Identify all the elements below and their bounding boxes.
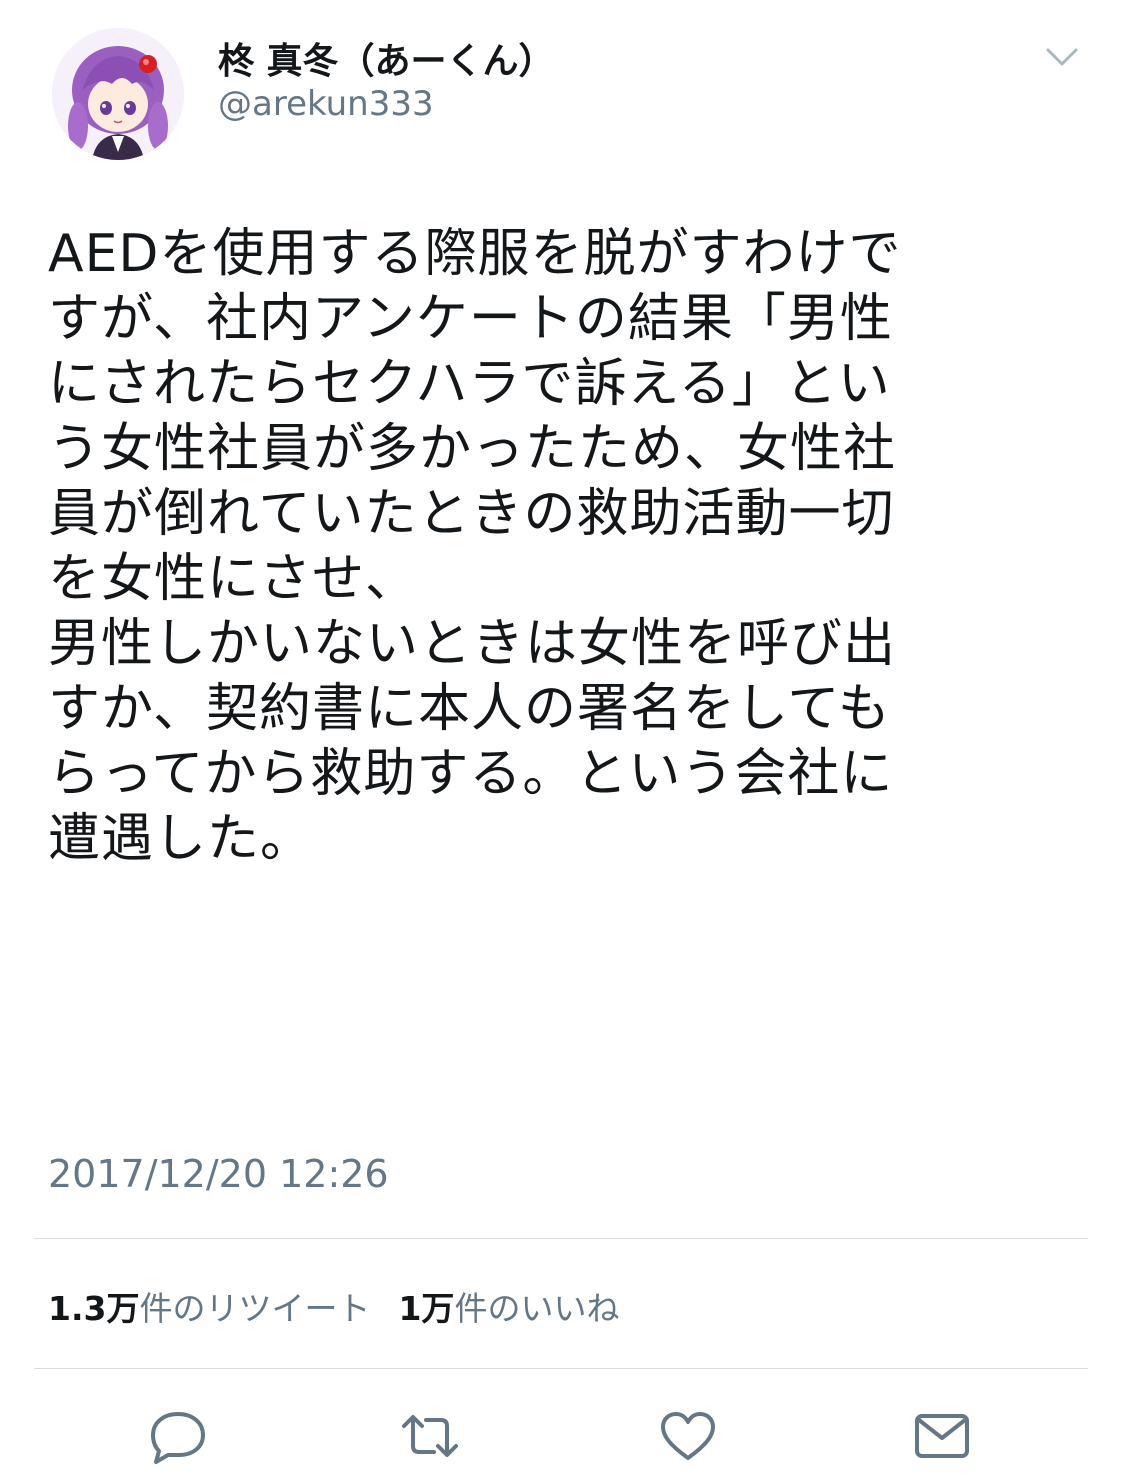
retweet-label: 件のリツイート [139,1289,371,1328]
divider [34,1238,1088,1239]
retweet-count: 1.3万 [48,1289,140,1328]
tweet-text: AEDを使用する際服を脱がすわけで すが、社内アンケートの結果「男性 にされたら… [48,224,902,869]
reply-button[interactable] [148,1408,208,1464]
retweet-stat[interactable]: 1.3万件のリツイート [48,1289,370,1328]
user-handle[interactable]: @arekun333 [218,84,434,124]
like-button[interactable] [658,1408,718,1464]
retweet-icon [402,1415,458,1457]
tweet-menu-button[interactable] [1042,42,1082,72]
tweet-timestamp[interactable]: 2017/12/20 12:26 [48,1152,389,1196]
like-stat[interactable]: 1万件のいいね [398,1289,619,1328]
avatar[interactable] [52,28,184,160]
heart-icon [661,1412,715,1460]
envelope-icon [915,1414,969,1458]
like-label: 件のいいね [454,1289,620,1328]
anime-avatar-icon [52,28,184,160]
display-name[interactable]: 柊 真冬（あーくん） [218,32,555,84]
divider [34,1368,1088,1369]
retweet-button[interactable] [400,1408,460,1464]
direct-message-button[interactable] [912,1408,972,1464]
tweet-stats: 1.3万件のリツイート 1万件のいいね [48,1282,619,1330]
chevron-down-icon [1046,48,1078,66]
tweet-detail: 柊 真冬（あーくん） @arekun333 AEDを使用する際服を脱がすわけで … [0,0,1122,1484]
like-count: 1万 [398,1289,455,1328]
reply-icon [151,1412,205,1464]
